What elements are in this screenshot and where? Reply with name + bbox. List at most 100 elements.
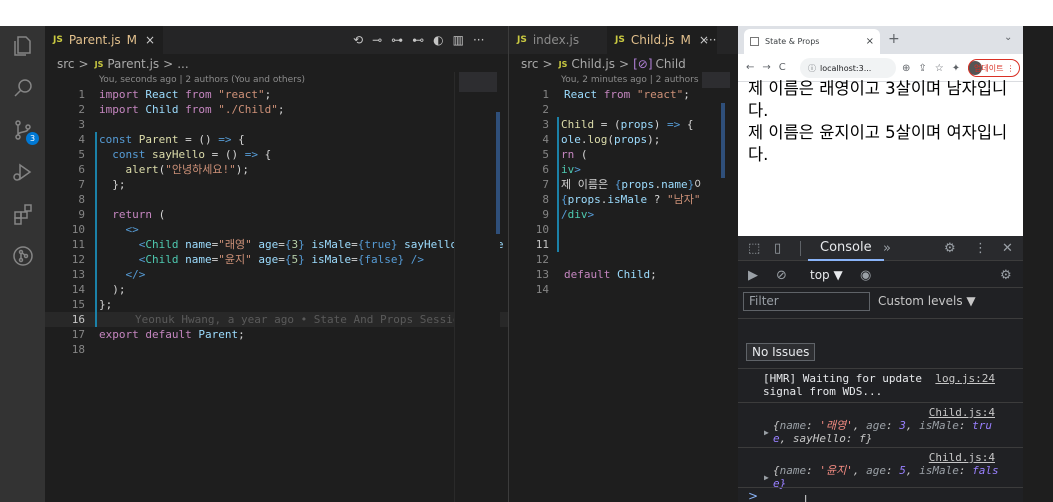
browser-tab-title: State & Props: [765, 37, 820, 46]
breadcrumb-symbol[interactable]: Child: [656, 57, 686, 71]
git-commit-icon[interactable]: ⊸: [372, 33, 382, 47]
tab-child-js[interactable]: JS Child.js M ×: [607, 26, 717, 54]
inspect-element-icon[interactable]: ⬚: [748, 236, 760, 261]
editor-group-right: JS index.js JS Child.js M × ··· src > JS…: [509, 26, 738, 502]
git-next-icon[interactable]: ⊷: [412, 33, 424, 47]
scrollbar-left[interactable]: [496, 112, 500, 234]
log-levels-dropdown[interactable]: Custom levels ▼: [878, 292, 976, 311]
explorer-icon[interactable]: [0, 26, 45, 66]
clear-console-icon[interactable]: ⊘: [776, 262, 787, 288]
more-tabs-icon[interactable]: »: [883, 236, 891, 261]
console-source-link[interactable]: Child.js:4: [929, 451, 995, 464]
kebab-menu-icon: ⋮: [1006, 63, 1015, 73]
line-number: 4: [542, 133, 549, 146]
child-output-line: 제 이름은 윤지이고 5살이며 여자입니다.: [748, 123, 1008, 164]
page-content: 제 이름은 래영이고 3살이며 남자입니다. 제 이름은 윤지이고 5살이며 여…: [748, 78, 1020, 166]
console-message[interactable]: Child.js:4 ▶ {name: '래영', age: 3, isMale…: [738, 402, 1023, 447]
issues-button[interactable]: No Issues: [746, 343, 816, 361]
update-button[interactable]: 업데이트 ⋮: [968, 59, 1021, 77]
source-control-icon[interactable]: 3: [0, 110, 45, 150]
modified-indicator: M: [680, 33, 691, 47]
filter-input[interactable]: Filter: [743, 292, 870, 311]
line-number: 10: [71, 223, 85, 236]
git-graph-icon[interactable]: [0, 236, 45, 276]
line-number: 5: [542, 148, 549, 161]
eye-icon[interactable]: ◉: [860, 262, 871, 288]
gear-icon[interactable]: ⚙: [944, 236, 956, 261]
line-number: 14: [535, 283, 549, 296]
run-debug-icon[interactable]: [0, 152, 45, 192]
line-number: 13: [71, 268, 85, 281]
codelens-blame[interactable]: You, seconds ago | 2 authors (You and ot…: [99, 75, 305, 85]
tab-index-js[interactable]: JS index.js: [509, 26, 587, 54]
line-number: 5: [78, 148, 85, 161]
breadcrumb-file[interactable]: Parent.js: [107, 57, 159, 71]
console-prompt[interactable]: >: [748, 489, 758, 502]
editor-actions-left: ⟲ ⊸ ⊶ ⊷ ◐ ▥ ···: [353, 26, 484, 54]
page-favicon-icon: [750, 37, 759, 46]
back-icon[interactable]: ←: [746, 62, 754, 73]
js-file-icon: JS: [53, 35, 63, 45]
extensions-puzzle-icon[interactable]: ✦: [952, 63, 960, 74]
close-icon[interactable]: ×: [145, 33, 155, 47]
js-file-icon: JS: [558, 59, 568, 69]
minimap-left[interactable]: [454, 72, 500, 502]
line-number: 17: [71, 328, 85, 341]
editor-actions-right: ···: [705, 26, 716, 54]
console-object: {name: '래영', age: 3, isMale: tru: [773, 419, 992, 432]
split-editor-icon[interactable]: ▥: [453, 33, 464, 47]
context-selector[interactable]: top ▼: [810, 262, 843, 288]
scrollbar-right[interactable]: [721, 103, 725, 178]
zoom-icon[interactable]: ⊕: [902, 63, 910, 74]
git-change-gutter: [95, 132, 97, 327]
toggle-blame-icon[interactable]: ◐: [433, 33, 443, 47]
breadcrumb-file[interactable]: Child.js: [571, 57, 615, 71]
git-prev-icon[interactable]: ⊶: [391, 33, 403, 47]
line-number: 6: [542, 163, 549, 176]
console-object-wrap: e}: [773, 477, 787, 490]
console-source-link[interactable]: Child.js:4: [929, 406, 995, 419]
search-icon[interactable]: [0, 68, 45, 108]
breadcrumb-src[interactable]: src: [57, 57, 75, 71]
tab-console[interactable]: Console: [808, 236, 884, 261]
device-toggle-icon[interactable]: ▯: [774, 236, 781, 261]
line-number: 7: [78, 178, 85, 191]
more-actions-icon[interactable]: ···: [705, 33, 716, 47]
breadcrumb-ellipsis[interactable]: ...: [177, 57, 188, 71]
expand-triangle-icon[interactable]: ▶: [764, 426, 769, 439]
update-label: 업데이트: [974, 63, 1004, 73]
console-source-link[interactable]: log.js:24: [935, 372, 995, 385]
extensions-icon[interactable]: [0, 194, 45, 234]
breadcrumb-separator: >: [619, 57, 630, 71]
chevron-down-icon[interactable]: ⌄: [1004, 32, 1012, 43]
new-tab-button[interactable]: +: [888, 31, 900, 47]
tab-parent-js[interactable]: JS Parent.js M ×: [45, 26, 164, 54]
close-icon[interactable]: ×: [866, 36, 874, 47]
reload-icon[interactable]: C: [779, 62, 786, 73]
editor-group-left: JS Parent.js M × ⟲ ⊸ ⊶ ⊷ ◐ ▥ ··· src > J…: [45, 26, 508, 502]
compare-changes-icon[interactable]: ⟲: [353, 33, 363, 47]
line-number: 1: [78, 88, 85, 101]
forward-icon[interactable]: →: [762, 62, 770, 73]
more-actions-icon[interactable]: ···: [473, 33, 484, 47]
tab-bar-left: JS Parent.js M × ⟲ ⊸ ⊶ ⊷ ◐ ▥ ···: [45, 26, 508, 54]
line-number: 3: [542, 118, 549, 131]
console-message[interactable]: Child.js:4 ▶ {name: '윤지', age: 5, isMale…: [738, 447, 1023, 490]
share-icon[interactable]: ⇪: [918, 63, 926, 74]
bookmark-star-icon[interactable]: ☆: [935, 63, 944, 74]
info-icon[interactable]: ⓘ: [808, 63, 816, 74]
symbol-icon: [⊘]: [633, 57, 653, 71]
gear-icon[interactable]: ⚙: [1000, 262, 1012, 288]
line-number: 2: [78, 103, 85, 116]
breadcrumb-src[interactable]: src: [521, 57, 539, 71]
screen-frame: 3 JS Parent.js M × ⟲ ⊸ ⊶ ⊷ ◐ ▥ ··· src >…: [0, 26, 1053, 502]
address-bar[interactable]: ⓘ localhost:3...: [800, 58, 896, 78]
browser-tab[interactable]: State & Props ×: [744, 29, 880, 54]
js-file-icon: JS: [517, 35, 527, 45]
sidebar-toggle-icon[interactable]: ▶: [748, 262, 758, 288]
close-icon[interactable]: ✕: [1002, 236, 1013, 261]
breadcrumb-separator: >: [78, 57, 89, 71]
minimap-right[interactable]: [702, 72, 732, 502]
kebab-menu-icon[interactable]: ⋮: [974, 236, 987, 261]
expand-triangle-icon[interactable]: ▶: [764, 471, 769, 484]
